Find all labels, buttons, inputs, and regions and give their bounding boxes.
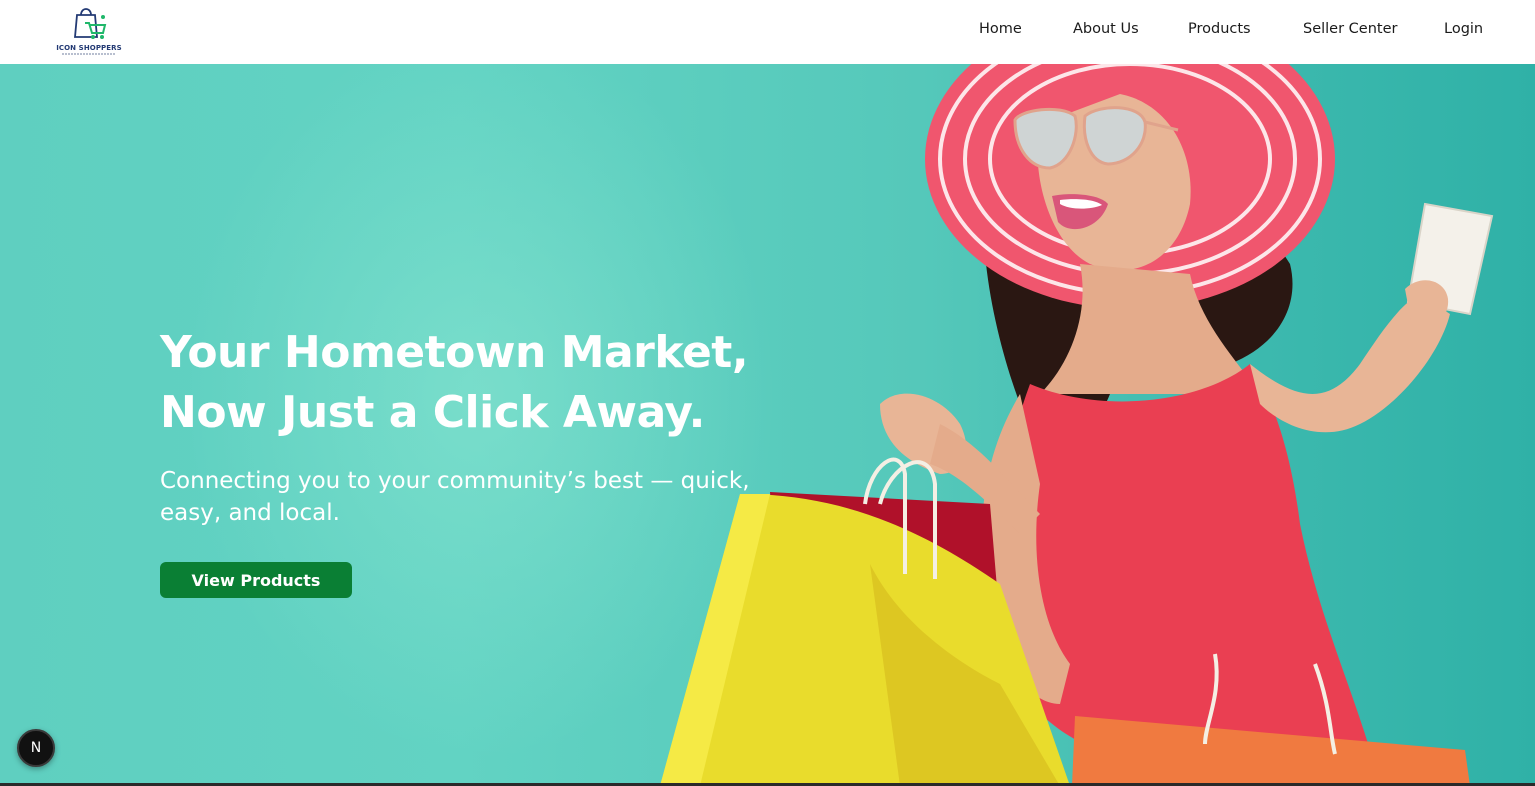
brand-name: ICON SHOPPERS (56, 44, 122, 52)
hero-subtitle-line-1: Connecting you to your community’s best … (160, 468, 750, 494)
nav-products[interactable]: Products (1188, 19, 1251, 39)
hero-subtitle: Connecting you to your community’s best … (160, 465, 800, 529)
nav-login[interactable]: Login (1444, 19, 1483, 39)
view-products-button[interactable]: View Products (160, 562, 352, 598)
hero-title-line-1: Your Hometown Market, (160, 327, 749, 378)
nav-home[interactable]: Home (979, 19, 1022, 39)
nav-about-us[interactable]: About Us (1073, 19, 1139, 39)
nav-seller-center[interactable]: Seller Center (1303, 19, 1397, 39)
nextjs-icon: N (30, 740, 42, 756)
shopping-bag-cart-icon (74, 8, 107, 39)
brand-logo[interactable]: ICON SHOPPERS (54, 3, 124, 59)
site-header: ICON SHOPPERS Home About Us Products Sel… (0, 0, 1535, 64)
hero-section: Your Hometown Market, Now Just a Click A… (0, 64, 1535, 786)
nextjs-dev-badge[interactable]: N (17, 729, 55, 767)
brand-tagline-decoration (62, 53, 116, 55)
hero-subtitle-line-2: easy, and local. (160, 500, 340, 526)
hero-title-line-2: Now Just a Click Away. (160, 387, 705, 438)
hero-title: Your Hometown Market, Now Just a Click A… (160, 323, 800, 443)
